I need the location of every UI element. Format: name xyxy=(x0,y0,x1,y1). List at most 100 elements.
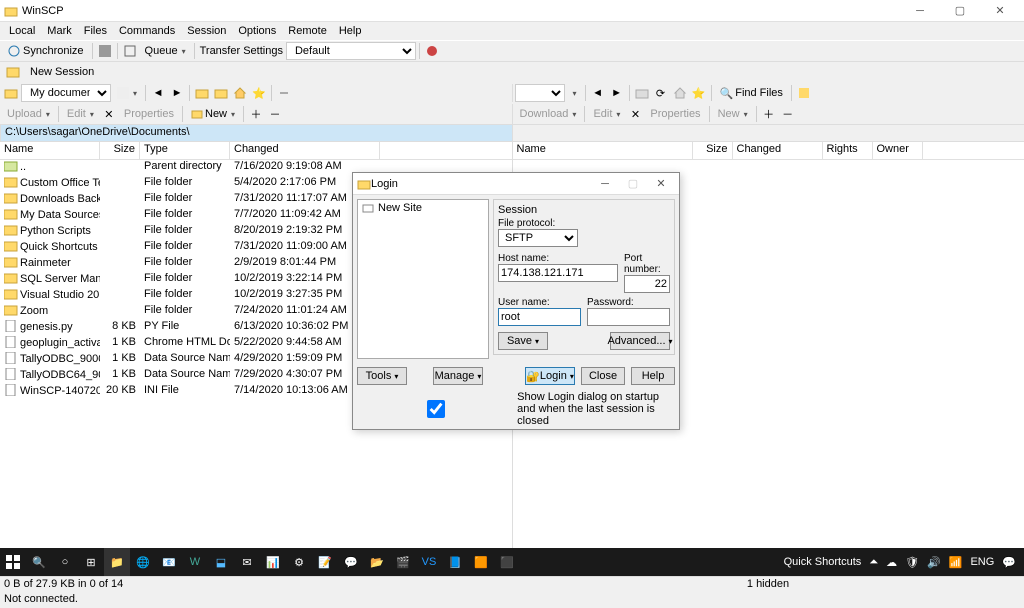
taskbar-app[interactable]: 💬 xyxy=(338,548,364,576)
startup-checkbox-row[interactable]: Show Login dialog on startup and when th… xyxy=(353,389,679,429)
taskbar-app[interactable]: VS xyxy=(416,548,442,576)
login-dialog: Login ─ ▢ ✕ New Site Session File protoc… xyxy=(352,172,680,430)
protocol-select[interactable]: SFTP xyxy=(498,229,578,247)
location-row: My documents ◄ ► ⭐ ◄ ► ⟳ ⭐ 🔍Find Files xyxy=(0,82,1024,104)
taskbar-app[interactable]: ⚙ xyxy=(286,548,312,576)
remote-home-button[interactable] xyxy=(671,84,689,102)
taskview-icon[interactable]: ⊞ xyxy=(78,548,104,576)
remote-properties-button: Properties xyxy=(645,105,705,123)
manage-button[interactable]: Manage xyxy=(433,367,483,385)
find-files-button[interactable]: 🔍Find Files xyxy=(715,84,788,102)
back-button[interactable]: ◄ xyxy=(149,84,167,102)
menu-local[interactable]: Local xyxy=(4,25,40,37)
minus-button[interactable]: － xyxy=(266,105,284,123)
app-icon xyxy=(4,4,18,18)
new-tab-icon[interactable] xyxy=(4,63,22,81)
new-button[interactable]: New xyxy=(186,105,240,123)
home-button[interactable] xyxy=(231,84,249,102)
remote-extra-button[interactable] xyxy=(795,84,813,102)
bookmark-button[interactable]: ⭐ xyxy=(250,84,268,102)
menu-remote[interactable]: Remote xyxy=(283,25,332,37)
taskbar-app[interactable]: 📘 xyxy=(442,548,468,576)
dialog-titlebar[interactable]: Login ─ ▢ ✕ xyxy=(353,173,679,195)
connection-status: Not connected. xyxy=(0,592,1024,608)
menu-files[interactable]: Files xyxy=(79,25,112,37)
remote-refresh-button[interactable]: ⟳ xyxy=(652,84,670,102)
plus-button[interactable]: ＋ xyxy=(247,105,265,123)
taskbar[interactable]: 🔍 ○ ⊞ 📁 🌐 📧 W ⬓ ✉ 📊 ⚙ 📝 💬 📂 🎬 VS 📘 🟧 ⬛ Q… xyxy=(0,548,1024,576)
up-button[interactable] xyxy=(193,84,211,102)
local-drive-select[interactable]: My documents xyxy=(21,84,111,102)
session-group: Session File protocol: SFTP Host name: P… xyxy=(493,199,675,355)
dialog-close-button[interactable]: ✕ xyxy=(647,177,675,190)
remote-up-button[interactable] xyxy=(633,84,651,102)
pass-input[interactable] xyxy=(587,308,670,326)
taskbar-app[interactable]: 🌐 xyxy=(130,548,156,576)
advanced-button[interactable]: Advanced... xyxy=(610,332,670,350)
edit-button: Edit xyxy=(62,105,99,123)
color-button[interactable] xyxy=(423,42,441,60)
remote-path[interactable] xyxy=(512,124,1024,142)
refresh-button[interactable] xyxy=(212,84,230,102)
startup-checkbox[interactable] xyxy=(359,400,513,418)
taskbar-app[interactable]: 📝 xyxy=(312,548,338,576)
login-button[interactable]: 🔐Login xyxy=(525,367,575,385)
taskbar-app[interactable]: 📧 xyxy=(156,548,182,576)
remote-delete-icon: ✕ xyxy=(626,105,644,123)
user-input[interactable] xyxy=(498,308,581,326)
remote-columns[interactable]: Name Size Changed Rights Owner xyxy=(513,142,1024,160)
taskbar-app[interactable]: 📊 xyxy=(260,548,286,576)
remote-bookmark-button[interactable]: ⭐ xyxy=(690,84,708,102)
forward-button[interactable]: ► xyxy=(168,84,186,102)
start-button[interactable] xyxy=(0,548,26,576)
transfer-settings-select[interactable]: Default xyxy=(286,42,416,60)
taskbar-app[interactable]: 📁 xyxy=(104,548,130,576)
maximize-button[interactable]: ▢ xyxy=(940,0,980,22)
system-tray[interactable]: Quick Shortcuts⏶☁🛡🔊📶ENG💬 xyxy=(784,556,1024,569)
taskbar-app[interactable]: W xyxy=(182,548,208,576)
help-button[interactable]: Help xyxy=(631,367,675,385)
toolbar-icon[interactable] xyxy=(121,42,139,60)
dialog-close-btn[interactable]: Close xyxy=(581,367,625,385)
properties-button: Properties xyxy=(119,105,179,123)
menu-help[interactable]: Help xyxy=(334,25,367,37)
taskbar-app[interactable]: ⬓ xyxy=(208,548,234,576)
dialog-title: Login xyxy=(371,178,591,190)
local-path[interactable]: C:\Users\sagar\OneDrive\Documents\ xyxy=(0,124,512,142)
taskbar-app[interactable]: ⬛ xyxy=(494,548,520,576)
menu-session[interactable]: Session xyxy=(182,25,231,37)
new-site-item[interactable]: New Site xyxy=(358,200,488,216)
site-list[interactable]: New Site xyxy=(357,199,489,359)
close-button[interactable]: ✕ xyxy=(980,0,1020,22)
port-input[interactable] xyxy=(624,275,670,293)
new-session-tab[interactable]: New Session xyxy=(22,65,102,79)
cortana-icon[interactable]: ○ xyxy=(52,548,78,576)
menu-bar: Local Mark Files Commands Session Option… xyxy=(0,22,1024,40)
local-drive-drop[interactable] xyxy=(112,84,142,102)
host-input[interactable] xyxy=(498,264,618,282)
drive-icon xyxy=(2,84,20,102)
remote-status: 1 hidden xyxy=(512,577,1024,592)
local-columns[interactable]: Name Size Type Changed xyxy=(0,142,512,160)
save-button[interactable]: Save xyxy=(498,332,548,350)
remote-drive-select[interactable] xyxy=(515,84,565,102)
remote-drive-drop xyxy=(566,84,582,102)
port-label: Port number: xyxy=(624,253,670,275)
taskbar-app[interactable]: 🟧 xyxy=(468,548,494,576)
tools-button[interactable]: Tools xyxy=(357,367,407,385)
menu-options[interactable]: Options xyxy=(233,25,281,37)
toolbar-icon[interactable] xyxy=(96,42,114,60)
synchronize-button[interactable]: Synchronize xyxy=(2,42,89,60)
taskbar-app[interactable]: 📂 xyxy=(364,548,390,576)
minimize-button[interactable]: ─ xyxy=(900,0,940,22)
remote-forward-button: ► xyxy=(608,84,626,102)
search-icon[interactable]: 🔍 xyxy=(26,548,52,576)
dialog-minimize-button[interactable]: ─ xyxy=(591,178,619,190)
menu-mark[interactable]: Mark xyxy=(42,25,76,37)
taskbar-app[interactable]: 🎬 xyxy=(390,548,416,576)
sync-browse-button[interactable] xyxy=(275,84,293,102)
taskbar-app[interactable]: ✉ xyxy=(234,548,260,576)
queue-button[interactable]: Queue xyxy=(140,42,191,60)
dialog-maximize-button[interactable]: ▢ xyxy=(619,177,647,190)
menu-commands[interactable]: Commands xyxy=(114,25,180,37)
